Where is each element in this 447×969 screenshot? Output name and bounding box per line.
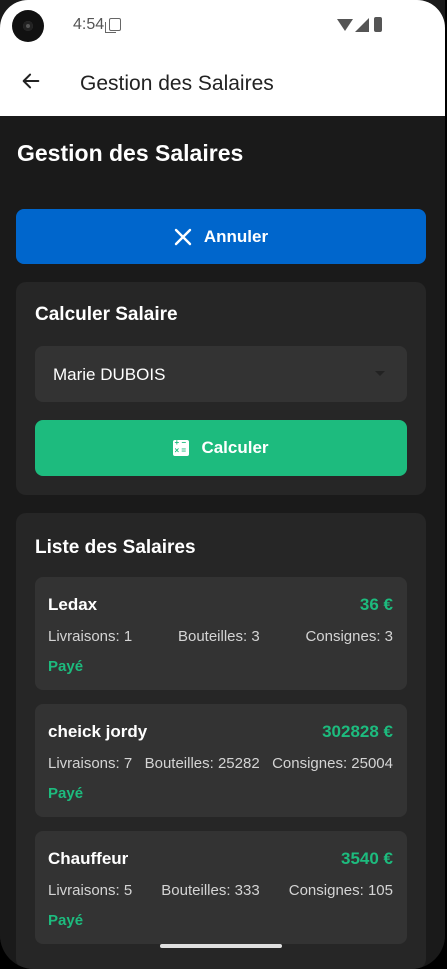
salary-list-title: Liste des Salaires bbox=[35, 537, 196, 558]
app-bar-title: Gestion des Salaires bbox=[80, 72, 274, 95]
back-arrow-icon[interactable] bbox=[20, 70, 42, 92]
calculate-button[interactable]: Calculer bbox=[35, 420, 407, 476]
bottles-count: Bouteilles: 333 bbox=[161, 882, 260, 899]
status-time: 4:54 bbox=[73, 16, 105, 33]
salary-amount: 36 € bbox=[359, 595, 393, 614]
employee-name: Chauffeur bbox=[48, 849, 129, 868]
salary-list-item[interactable]: cheick jordy 302828 € Livraisons: 7 Bout… bbox=[35, 704, 407, 817]
payment-status: Payé bbox=[48, 912, 84, 929]
employee-name: cheick jordy bbox=[48, 722, 148, 741]
employee-name: Ledax bbox=[48, 595, 98, 614]
calculate-salary-card: Calculer Salaire Marie DUBOIS Calculer bbox=[16, 282, 426, 495]
deliveries-count: Livraisons: 1 bbox=[48, 628, 133, 645]
home-indicator[interactable] bbox=[160, 944, 282, 948]
calculator-icon bbox=[173, 438, 190, 456]
deliveries-count: Livraisons: 7 bbox=[48, 755, 133, 772]
payment-status: Payé bbox=[48, 785, 84, 802]
wifi-icon bbox=[337, 19, 353, 31]
deposits-count: Consignes: 105 bbox=[288, 882, 393, 899]
salary-stats: Livraisons: 5 Bouteilles: 333 Consignes:… bbox=[48, 882, 393, 899]
calculate-button-label: Calculer bbox=[201, 438, 269, 457]
app-bar: Gestion des Salaires bbox=[0, 52, 445, 116]
calculate-salary-title: Calculer Salaire bbox=[35, 304, 178, 325]
phone-screen: 4:54 Gestion des Salaires Gestion des Sa… bbox=[0, 0, 445, 969]
main-content[interactable]: Gestion des Salaires Annuler Calculer Sa… bbox=[0, 116, 445, 969]
camera-cutout-icon bbox=[12, 10, 44, 42]
salary-list-card: Liste des Salaires Ledax 36 € Livraisons… bbox=[16, 513, 426, 969]
salary-list-item[interactable]: Ledax 36 € Livraisons: 1 Bouteilles: 3 C… bbox=[35, 577, 407, 690]
deliveries-count: Livraisons: 5 bbox=[48, 882, 133, 899]
status-bar: 4:54 bbox=[0, 0, 445, 52]
deposits-count: Consignes: 25004 bbox=[272, 755, 393, 772]
employee-select-value: Marie DUBOIS bbox=[53, 365, 166, 384]
bottles-count: Bouteilles: 25282 bbox=[144, 755, 260, 772]
page-title: Gestion des Salaires bbox=[17, 140, 244, 166]
salary-stats: Livraisons: 7 Bouteilles: 25282 Consigne… bbox=[48, 755, 393, 772]
salary-stats: Livraisons: 1 Bouteilles: 3 Consignes: 3 bbox=[48, 628, 393, 645]
dropdown-caret-icon bbox=[375, 371, 385, 376]
employee-select[interactable]: Marie DUBOIS bbox=[35, 346, 407, 402]
sim-card-icon bbox=[105, 18, 121, 33]
top-bar: 4:54 Gestion des Salaires bbox=[0, 0, 445, 116]
cancel-button-label: Annuler bbox=[203, 226, 269, 246]
salary-amount: 3540 € bbox=[341, 849, 393, 868]
signal-icon bbox=[355, 18, 369, 32]
salary-list-item[interactable]: Chauffeur 3540 € Livraisons: 5 Bouteille… bbox=[35, 831, 407, 944]
close-icon bbox=[174, 228, 192, 245]
battery-icon bbox=[374, 17, 382, 32]
deposits-count: Consignes: 3 bbox=[305, 628, 393, 645]
salary-amount: 302828 € bbox=[322, 722, 393, 741]
cancel-button[interactable]: Annuler bbox=[16, 209, 426, 264]
bottles-count: Bouteilles: 3 bbox=[177, 628, 260, 645]
payment-status: Payé bbox=[48, 658, 84, 675]
